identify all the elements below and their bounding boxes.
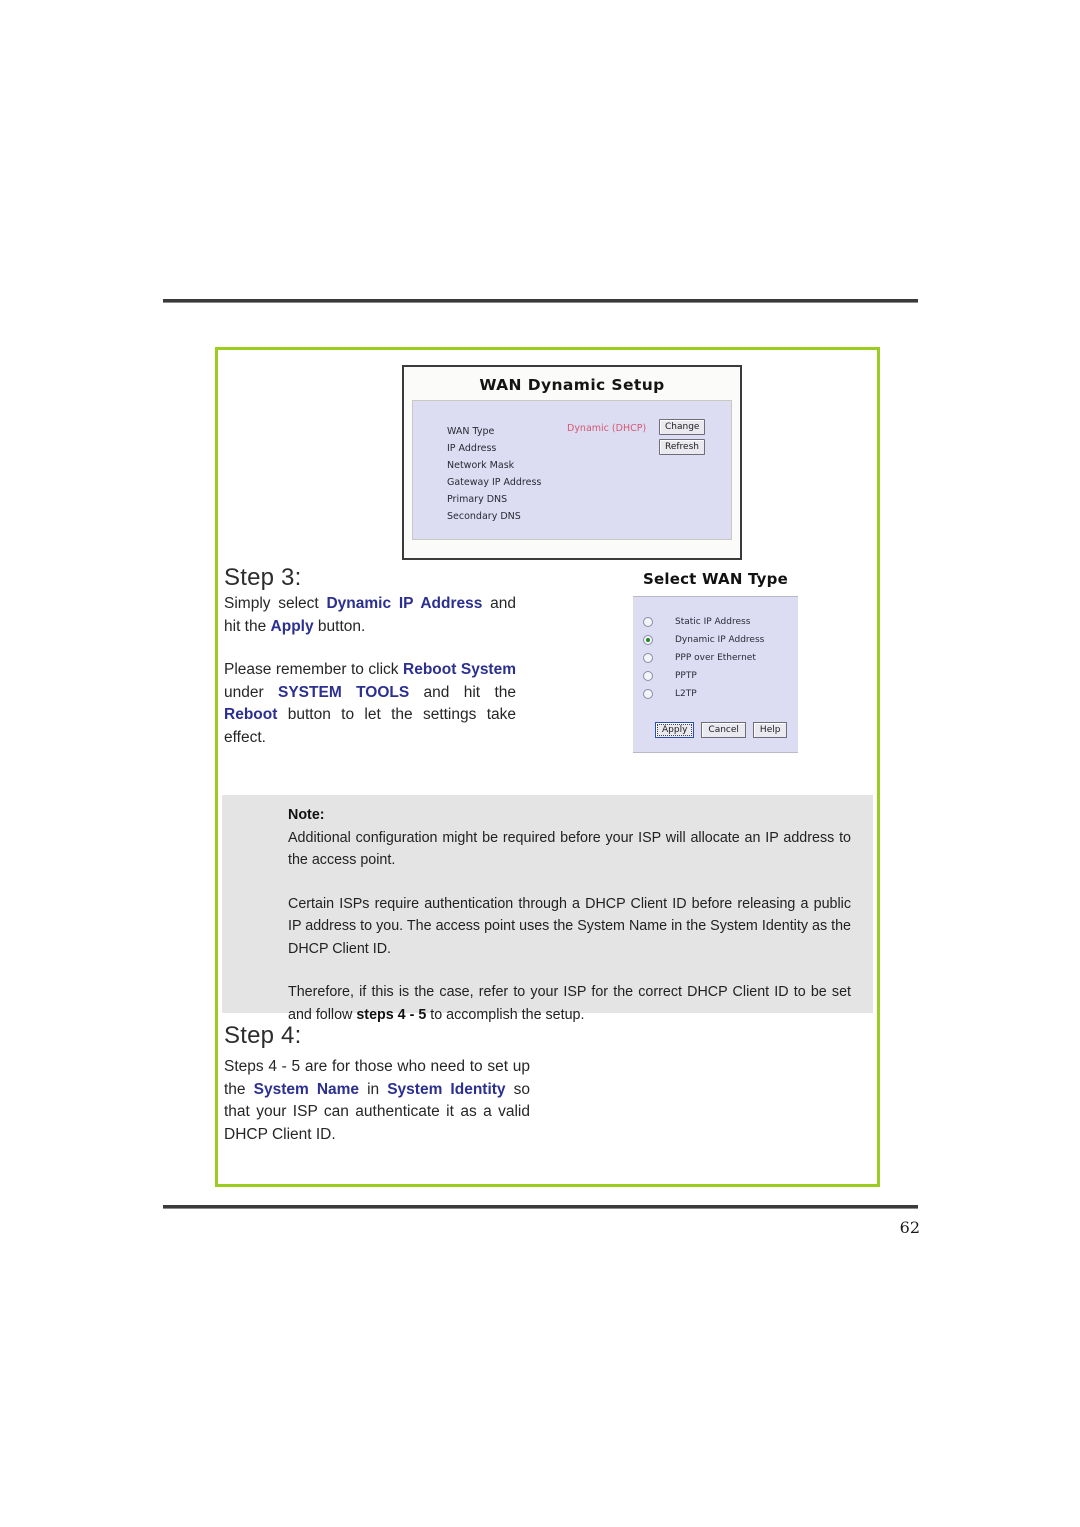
note-title: Note: (288, 807, 325, 823)
note-paragraph-2: Certain ISPs require authentication thro… (288, 895, 851, 957)
select-wan-type-screenshot: Select WAN Type Static IP Address Dynami… (633, 566, 798, 766)
note-paragraph-1: Additional configuration might be requir… (288, 829, 851, 869)
wan-label-gateway-ip: Gateway IP Address (447, 477, 542, 488)
step3-heading: Step 3: (224, 564, 302, 591)
text-fragment: under (224, 683, 278, 701)
radio-icon[interactable] (643, 653, 653, 663)
wan-dynamic-setup-screenshot: WAN Dynamic Setup WAN Type IP Address Ne… (402, 365, 742, 560)
change-button[interactable]: Change (659, 419, 706, 435)
select-wan-type-title: Select WAN Type (643, 570, 788, 588)
help-button[interactable]: Help (752, 722, 788, 738)
emphasis-reboot: Reboot (224, 706, 278, 723)
radio-option-l2tp[interactable]: L2TP (643, 685, 764, 703)
footer-rule (163, 1205, 918, 1209)
emphasis-system-name: System Name (253, 1080, 360, 1098)
wan-label-primary-dns: Primary DNS (447, 494, 508, 505)
emphasis-system-tools: SYSTEM TOOLS (278, 683, 410, 701)
emphasis-dynamic-ip-address: Dynamic IP Address (326, 595, 483, 612)
emphasis-apply: Apply (270, 617, 314, 635)
text-fragment: in (359, 1080, 388, 1098)
step4-paragraph-1: Steps 4 - 5 are for those who need to se… (224, 1056, 530, 1146)
step4-heading: Step 4: (224, 1022, 302, 1049)
text-fragment: and hit the (409, 683, 516, 701)
radio-icon[interactable] (643, 617, 653, 627)
note-callout: Note: Additional configuration might be … (222, 795, 873, 1023)
radio-option-static-ip[interactable]: Static IP Address (643, 613, 764, 631)
text-fragment: to accomplish the setup. (426, 1006, 585, 1023)
step4-body: Steps 4 - 5 are for those who need to se… (224, 1056, 530, 1146)
radio-option-ppp-over-ethernet[interactable]: PPP over Ethernet (643, 649, 764, 667)
emphasis-system-identity: System Identity (387, 1080, 506, 1098)
wan-dynamic-setup-panel: WAN Type IP Address Network Mask Gateway… (412, 400, 732, 540)
wan-label-wan-type: WAN Type (447, 426, 495, 437)
page-number: 62 (899, 1218, 920, 1237)
radio-option-pptp[interactable]: PPTP (643, 667, 764, 685)
select-wan-type-panel: Static IP Address Dynamic IP Address PPP… (633, 596, 798, 753)
radio-label: Dynamic IP Address (675, 635, 765, 645)
wan-dynamic-setup-title: WAN Dynamic Setup (479, 376, 665, 394)
refresh-button[interactable]: Refresh (659, 439, 705, 455)
radio-icon[interactable] (643, 689, 653, 699)
radio-icon-selected[interactable] (643, 635, 653, 645)
wan-type-value: Dynamic (DHCP) (567, 423, 647, 434)
radio-label: PPTP (675, 671, 697, 681)
emphasis-steps-4-5: steps 4 - 5 (356, 1006, 427, 1023)
radio-option-dynamic-ip[interactable]: Dynamic IP Address (643, 631, 764, 649)
text-fragment: Simply select (224, 595, 327, 612)
step3-body: Simply select Dynamic IP Address and hit… (224, 593, 516, 749)
radio-label: L2TP (675, 689, 697, 699)
apply-button[interactable]: Apply (655, 722, 695, 738)
radio-icon[interactable] (643, 671, 653, 681)
select-wan-type-buttonbar: Apply Cancel Help (655, 722, 788, 738)
note-paragraph-3: Therefore, if this is the case, refer to… (288, 981, 851, 1026)
text-fragment: button. (313, 617, 366, 635)
radio-label: Static IP Address (675, 617, 751, 627)
wan-label-network-mask: Network Mask (447, 460, 515, 471)
step3-paragraph-2: Please remember to click Reboot System u… (224, 659, 516, 749)
emphasis-reboot-system: Reboot System (403, 661, 516, 678)
wan-label-secondary-dns: Secondary DNS (447, 511, 521, 522)
wan-field-labels: WAN Type IP Address Network Mask Gateway… (447, 423, 541, 525)
cancel-button[interactable]: Cancel (701, 722, 746, 738)
header-rule (163, 299, 918, 303)
text-fragment: Please remember to click (224, 661, 403, 678)
wan-label-ip-address: IP Address (447, 443, 497, 454)
radio-label: PPP over Ethernet (675, 653, 756, 663)
step3-paragraph-1: Simply select Dynamic IP Address and hit… (224, 593, 516, 638)
wan-type-radio-group[interactable]: Static IP Address Dynamic IP Address PPP… (643, 613, 764, 703)
